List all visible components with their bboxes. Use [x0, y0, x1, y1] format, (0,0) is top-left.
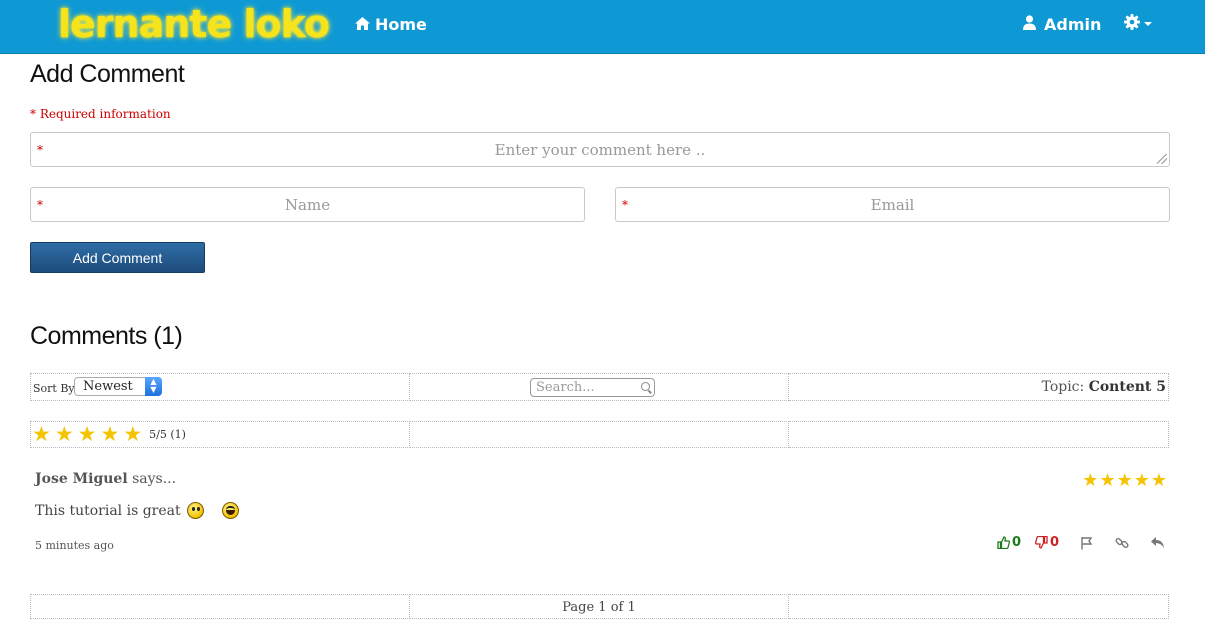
required-marker: *	[37, 143, 43, 157]
flag-button[interactable]	[1080, 536, 1094, 550]
name-field-wrapper: *	[30, 187, 585, 222]
rating-empty-cell	[410, 421, 789, 448]
thumbs-up-icon	[997, 536, 1010, 549]
star-icon: ★	[1150, 470, 1167, 491]
comment-text: This tutorial is great	[35, 502, 181, 519]
reply-button[interactable]	[1150, 536, 1165, 549]
flag-icon	[1081, 536, 1093, 549]
comment-timestamp: 5 minutes ago	[35, 539, 114, 552]
topic-info: Topic: Content 5	[1042, 379, 1166, 395]
comments-heading: Comments (1)	[30, 322, 183, 350]
star-icon[interactable]: ★	[32, 423, 51, 445]
star-icon: ★	[1116, 470, 1133, 491]
dislike-button[interactable]: 0	[1035, 535, 1059, 550]
comment-author: Jose Miguel	[35, 471, 128, 487]
required-info-note: * Required information	[30, 107, 171, 121]
comment-body: This tutorial is great	[35, 502, 239, 519]
add-comment-heading: Add Comment	[30, 60, 185, 88]
resize-handle-icon[interactable]	[1157, 154, 1167, 164]
thumbs-down-icon	[1035, 536, 1048, 549]
comment-says: says...	[127, 471, 177, 487]
search-icon[interactable]	[641, 382, 650, 391]
comment-textarea-wrapper: *	[30, 132, 1170, 167]
reply-icon	[1151, 537, 1165, 548]
comment-author-line: Jose Miguel says...	[35, 471, 176, 487]
dislike-count: 0	[1050, 535, 1060, 550]
star-icon[interactable]: ★	[100, 423, 119, 445]
overall-rating-stars[interactable]: ★ ★ ★ ★ ★ 5/5 (1)	[32, 423, 186, 445]
star-icon: ★	[1099, 470, 1116, 491]
pagination-cell: Page 1 of 1	[410, 594, 789, 619]
sort-cell: Sort By Newest ▲ ▼	[30, 373, 410, 401]
gear-icon	[1124, 14, 1140, 34]
search-cell: Search...	[410, 373, 789, 401]
sort-label: Sort By	[33, 382, 75, 395]
laughing-emoji-icon	[221, 502, 239, 519]
star-icon[interactable]: ★	[78, 423, 97, 445]
link-icon	[1115, 537, 1129, 548]
add-comment-button[interactable]: Add Comment	[30, 242, 205, 273]
star-icon: ★	[1082, 470, 1099, 491]
top-navbar: lernante loko Home Admin	[0, 0, 1205, 54]
nav-admin-menu[interactable]: Admin	[1023, 15, 1101, 34]
pagination-bar: Page 1 of 1	[30, 594, 1169, 619]
overall-rating-text: 5/5 (1)	[149, 427, 186, 441]
email-field-wrapper: *	[615, 187, 1170, 222]
star-icon[interactable]: ★	[55, 423, 74, 445]
topic-value: Content 5	[1088, 379, 1166, 395]
sort-select[interactable]: Newest ▲ ▼	[74, 377, 162, 396]
home-icon	[355, 15, 370, 34]
rating-empty-cell	[789, 421, 1169, 448]
like-button[interactable]: 0	[997, 535, 1021, 550]
search-placeholder: Search...	[536, 380, 595, 395]
surprised-emoji-icon	[186, 502, 204, 519]
nav-admin-label: Admin	[1044, 15, 1102, 34]
star-icon: ★	[1133, 470, 1150, 491]
permalink-button[interactable]	[1115, 536, 1129, 550]
rating-toolbar: ★ ★ ★ ★ ★ 5/5 (1)	[30, 421, 1169, 448]
user-icon	[1023, 15, 1036, 34]
search-input[interactable]: Search...	[530, 378, 655, 397]
nav-home-label: Home	[375, 15, 427, 34]
star-icon[interactable]: ★	[123, 423, 142, 445]
chevron-down-icon	[1144, 22, 1152, 26]
settings-dropdown[interactable]	[1124, 14, 1152, 34]
required-marker: *	[37, 198, 43, 212]
name-input[interactable]	[31, 188, 584, 221]
topic-label: Topic:	[1041, 379, 1085, 395]
required-marker: *	[622, 198, 628, 212]
pagination-empty-cell	[30, 594, 410, 619]
nav-home-link[interactable]: Home	[355, 15, 427, 34]
pagination-empty-cell	[789, 594, 1169, 619]
brand-logo[interactable]: lernante loko	[58, 2, 330, 46]
topic-cell: Topic: Content 5	[789, 373, 1169, 401]
sort-select-value: Newest	[83, 379, 133, 394]
comment-textarea[interactable]	[31, 133, 1169, 166]
rating-cell: ★ ★ ★ ★ ★ 5/5 (1)	[30, 421, 410, 448]
comment-actions: 0 0	[997, 535, 1165, 550]
email-input[interactable]	[616, 188, 1169, 221]
comment-rating-stars: ★ ★ ★ ★ ★	[1081, 470, 1167, 491]
comments-toolbar: Sort By Newest ▲ ▼ Search... Topic: Conte…	[30, 373, 1169, 401]
select-arrows-icon: ▲ ▼	[145, 377, 162, 396]
like-count: 0	[1012, 535, 1022, 550]
pagination-text: Page 1 of 1	[562, 600, 636, 615]
